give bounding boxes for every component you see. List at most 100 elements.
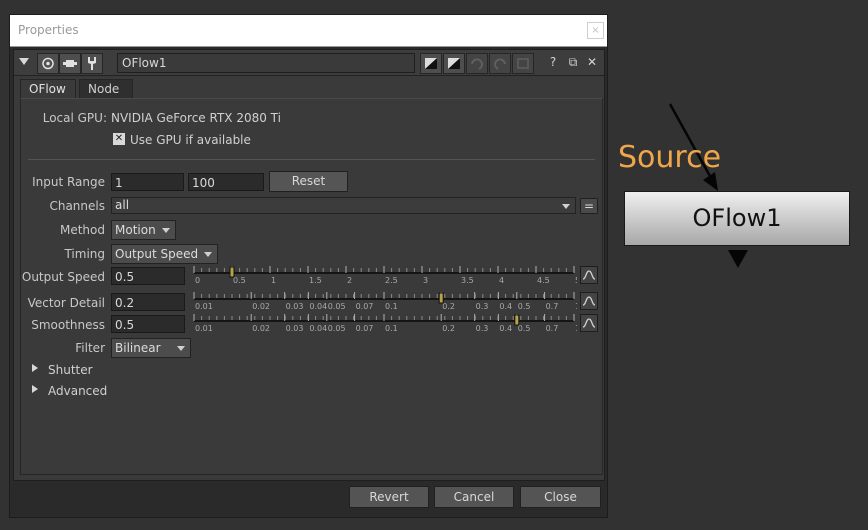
vector-detail-field[interactable]: 0.2 xyxy=(111,293,185,311)
smoothness-field[interactable]: 0.5 xyxy=(111,315,185,333)
node-view-icon[interactable] xyxy=(37,53,59,74)
revert-button[interactable]: Revert xyxy=(349,486,429,508)
local-gpu-value: NVIDIA GeForce RTX 2080 Ti xyxy=(111,111,281,125)
output-speed-slider[interactable]: 0 0.5 1 1.5 2 2.5 3 3.5 4 4.5 5 xyxy=(192,265,577,287)
cancel-button[interactable]: Cancel xyxy=(434,486,514,508)
output-arrow-icon xyxy=(728,250,748,268)
slider-tick-label: 0.5 xyxy=(233,276,246,285)
channels-label: Channels xyxy=(49,199,105,213)
slider-tick-label: 4.5 xyxy=(537,276,550,285)
chevron-down-icon xyxy=(162,228,170,233)
collapse-triangle-icon[interactable] xyxy=(16,54,32,70)
reset-button[interactable]: Reset xyxy=(269,171,348,192)
redo-icon[interactable] xyxy=(489,53,511,74)
group-advanced[interactable]: Advanced xyxy=(48,384,107,398)
section-divider xyxy=(28,159,595,160)
chevron-down-icon xyxy=(204,252,212,257)
slider-handle[interactable] xyxy=(229,266,235,278)
revert-knobs-icon[interactable] xyxy=(512,53,534,74)
use-gpu-checkbox[interactable]: ✕ xyxy=(113,133,125,145)
slider-handle[interactable] xyxy=(438,292,444,304)
channels-dropdown[interactable]: all xyxy=(111,197,576,214)
slider-tick-label: 0.02 xyxy=(252,324,270,333)
slider-tick-label: 0.7 xyxy=(546,324,559,333)
slider-tick-label: 0.5 xyxy=(518,324,531,333)
slider-tick-label: 5 xyxy=(575,276,577,285)
close-button[interactable]: Close xyxy=(520,486,601,508)
local-gpu-label: Local GPU: xyxy=(42,111,107,125)
color-swatch-1-icon[interactable] xyxy=(420,53,442,74)
filter-value: Bilinear xyxy=(115,341,161,355)
oflow-node[interactable]: OFlow1 xyxy=(624,191,850,246)
wrench-icon[interactable] xyxy=(81,53,103,74)
timing-value: Output Speed xyxy=(115,247,199,261)
float-panel-icon[interactable]: ⧉ xyxy=(565,54,581,70)
curve-icon[interactable] xyxy=(580,292,598,310)
smoothness-slider[interactable]: 0.01 0.02 0.03 0.04 0.05 0.07 0.1 0.2 0.3 0.4 0.5 0… xyxy=(192,313,577,335)
tab-content: Local GPU: NVIDIA GeForce RTX 2080 Ti ✕ … xyxy=(20,98,603,475)
slider-tick-label: 3.5 xyxy=(461,276,474,285)
slider-tick-label: 0.2 xyxy=(442,324,455,333)
input-range-start-field[interactable]: 1 xyxy=(111,173,184,191)
slider-tick-label: 0.07 xyxy=(356,324,374,333)
method-dropdown[interactable]: Motion xyxy=(111,220,176,240)
dialog-title: Properties xyxy=(18,23,79,37)
slider-tick-label: 0.04 xyxy=(309,324,327,333)
tab-node[interactable]: Node xyxy=(79,79,133,99)
channels-value: all xyxy=(115,198,130,212)
group-shutter[interactable]: Shutter xyxy=(48,363,93,377)
slider-tick-label: 0.05 xyxy=(328,302,346,311)
slider-tick-label: 0.1 xyxy=(385,324,398,333)
center-node-icon[interactable] xyxy=(59,53,81,74)
color-swatch-2-icon[interactable] xyxy=(443,53,465,74)
slider-tick-label: 0.02 xyxy=(252,302,270,311)
curve-icon[interactable] xyxy=(580,314,598,332)
method-value: Motion xyxy=(115,223,156,237)
slider-tick-label: 0.07 xyxy=(356,302,374,311)
slider-tick-label: 4 xyxy=(499,276,504,285)
undo-icon[interactable] xyxy=(466,53,488,74)
slider-tick-label: 0.05 xyxy=(328,324,346,333)
slider-tick-label: 0.01 xyxy=(195,324,213,333)
slider-tick-label: 0.2 xyxy=(442,302,455,311)
curve-icon[interactable] xyxy=(580,266,598,284)
timing-dropdown[interactable]: Output Speed xyxy=(111,244,218,264)
source-label: Source xyxy=(618,140,722,175)
close-panel-icon[interactable]: ✕ xyxy=(584,54,600,70)
slider-handle[interactable] xyxy=(514,314,520,326)
help-icon[interactable]: ? xyxy=(545,54,561,70)
tab-oflow[interactable]: OFlow xyxy=(20,79,76,99)
dialog-titlebar[interactable]: Properties × xyxy=(10,15,607,47)
input-range-label: Input Range xyxy=(32,175,105,189)
node-name-field[interactable]: OFlow1 xyxy=(117,53,415,73)
method-label: Method xyxy=(59,223,105,237)
slider-tick-label: 0.3 xyxy=(476,324,489,333)
slider-tick-label: 0.01 xyxy=(195,302,213,311)
output-speed-field[interactable]: 0.5 xyxy=(111,267,185,285)
slider-tick-label: 1 xyxy=(575,302,577,311)
input-range-end-field[interactable]: 100 xyxy=(188,173,264,191)
slider-tick-label: 0.7 xyxy=(546,302,559,311)
dialog-close-icon[interactable]: × xyxy=(587,22,604,39)
expand-triangle-icon[interactable] xyxy=(32,385,38,393)
slider-tick-label: 0 xyxy=(195,276,200,285)
slider-tick-label: 0.5 xyxy=(518,302,531,311)
output-speed-label: Output Speed xyxy=(21,270,105,284)
vector-detail-label: Vector Detail xyxy=(27,296,105,310)
slider-tick-label: 0.3 xyxy=(476,302,489,311)
chevron-down-icon xyxy=(562,204,570,209)
chevron-down-icon xyxy=(177,346,185,351)
expand-triangle-icon[interactable] xyxy=(32,364,38,372)
slider-tick-label: 0.4 xyxy=(499,324,512,333)
properties-dialog: Properties × OFlow1 ? ⧉ ✕ OFlow Node Loc… xyxy=(9,14,608,518)
vector-detail-slider[interactable]: 0.01 0.02 0.03 0.04 0.05 0.07 0.1 0.2 0.3 0.4 0.5 0… xyxy=(192,291,577,313)
slider-tick-label: 0.03 xyxy=(286,302,304,311)
channels-link-button[interactable]: = xyxy=(580,198,598,214)
slider-tick-label: 1 xyxy=(271,276,276,285)
slider-tick-label: 3 xyxy=(423,276,428,285)
filter-label: Filter xyxy=(75,341,105,355)
slider-tick-label: 1.5 xyxy=(309,276,322,285)
slider-tick-label: 0.04 xyxy=(309,302,327,311)
filter-dropdown[interactable]: Bilinear xyxy=(111,338,191,358)
timing-label: Timing xyxy=(64,247,105,261)
